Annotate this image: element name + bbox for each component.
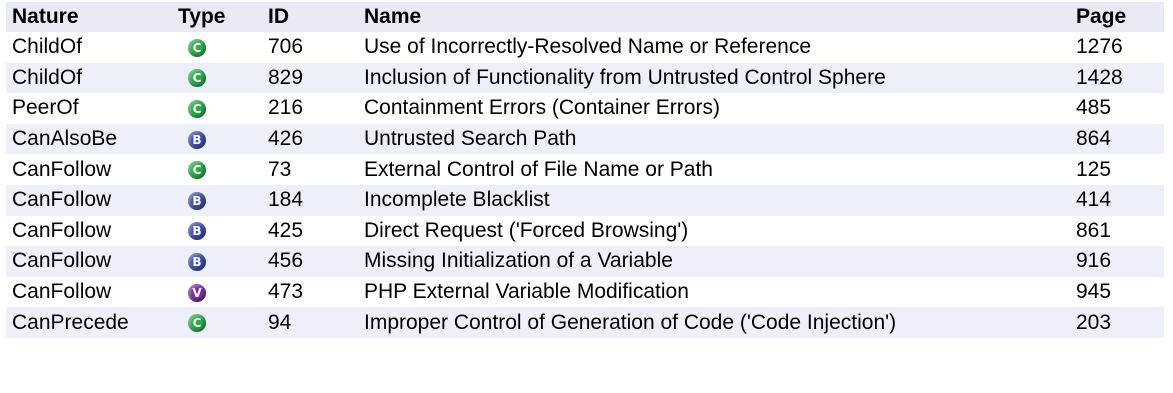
- cell-name: Use of Incorrectly-Resolved Name or Refe…: [358, 32, 1070, 63]
- cell-nature: PeerOf: [6, 93, 172, 124]
- cell-nature: CanFollow: [6, 246, 172, 277]
- cell-page: 125: [1070, 154, 1164, 185]
- cell-name: Untrusted Search Path: [358, 123, 1070, 155]
- cell-name: Missing Initialization of a Variable: [358, 246, 1070, 277]
- cell-id: 706: [262, 32, 358, 63]
- base-icon: B: [188, 252, 206, 271]
- cell-id: 829: [262, 62, 358, 94]
- class-icon: C: [188, 161, 206, 180]
- cell-name: Incomplete Blacklist: [358, 184, 1070, 216]
- relationships-table: Nature Type ID Name Page ChildOf C 706 Use …: [6, 2, 1164, 338]
- header-name: Name: [358, 2, 1070, 32]
- base-icon: B: [188, 222, 206, 241]
- cell-type: B: [172, 215, 262, 247]
- base-icon: B: [188, 191, 206, 210]
- cell-type: V: [172, 276, 262, 308]
- table-row: PeerOf C 216 Containment Errors (Container …: [6, 93, 1164, 124]
- table-row: ChildOf C 706 Use of Incorrectly-Resolved N…: [6, 32, 1164, 63]
- header-page: Page: [1070, 2, 1164, 32]
- cell-name: External Control of File Name or Path: [358, 154, 1070, 185]
- header-row: Nature Type ID Name Page: [6, 2, 1164, 32]
- cell-type: C: [172, 154, 262, 185]
- cell-name: Containment Errors (Container Errors): [358, 93, 1070, 124]
- class-icon: C: [188, 69, 206, 88]
- cell-nature: CanFollow: [6, 276, 172, 308]
- table-row: CanAlsoBe B 426 Untrusted Search Path 864: [6, 123, 1164, 155]
- cell-page: 916: [1070, 246, 1164, 277]
- cell-page: 864: [1070, 123, 1164, 155]
- cell-type: C: [172, 32, 262, 63]
- cell-type: C: [172, 93, 262, 124]
- cell-nature: CanFollow: [6, 184, 172, 216]
- cell-nature: CanFollow: [6, 215, 172, 247]
- cell-id: 426: [262, 123, 358, 155]
- class-icon: C: [188, 99, 206, 118]
- cell-nature: ChildOf: [6, 62, 172, 94]
- cell-id: 473: [262, 276, 358, 308]
- cell-page: 485: [1070, 93, 1164, 124]
- table-row: CanFollow V 473 PHP External Variable Modif…: [6, 276, 1164, 308]
- table-row: CanFollow B 456 Missing Initialization of a…: [6, 246, 1164, 277]
- table-row: CanFollow B 425 Direct Request ('Forced Bro…: [6, 215, 1164, 247]
- header-nature: Nature: [6, 2, 172, 32]
- base-icon: B: [188, 130, 206, 149]
- cell-page: 203: [1070, 307, 1164, 338]
- cell-name: Direct Request ('Forced Browsing'): [358, 215, 1070, 247]
- cell-nature: CanPrecede: [6, 307, 172, 338]
- table-row: ChildOf C 829 Inclusion of Functionality fr…: [6, 62, 1164, 94]
- header-type: Type: [172, 2, 262, 32]
- cell-id: 184: [262, 184, 358, 216]
- cell-type: C: [172, 307, 262, 338]
- cell-id: 73: [262, 154, 358, 185]
- cell-page: 1276: [1070, 32, 1164, 63]
- cell-page: 945: [1070, 276, 1164, 308]
- cell-id: 94: [262, 307, 358, 338]
- cell-name: Improper Control of Generation of Code (…: [358, 307, 1070, 338]
- cell-name: Inclusion of Functionality from Untruste…: [358, 62, 1070, 94]
- table-row: CanPrecede C 94 Improper Control of Generat…: [6, 307, 1164, 338]
- cell-page: 1428: [1070, 62, 1164, 94]
- cell-nature: ChildOf: [6, 32, 172, 63]
- cell-type: B: [172, 184, 262, 216]
- variant-icon: V: [188, 283, 206, 302]
- cell-id: 456: [262, 246, 358, 277]
- table-row: CanFollow B 184 Incomplete Blacklist 414: [6, 184, 1164, 216]
- table-row: CanFollow C 73 External Control of File Nam…: [6, 154, 1164, 185]
- cell-id: 216: [262, 93, 358, 124]
- cell-type: B: [172, 246, 262, 277]
- cell-page: 414: [1070, 184, 1164, 216]
- cell-nature: CanFollow: [6, 154, 172, 185]
- cell-type: B: [172, 123, 262, 155]
- class-icon: C: [188, 38, 206, 57]
- cell-nature: CanAlsoBe: [6, 123, 172, 155]
- header-id: ID: [262, 2, 358, 32]
- cell-page: 861: [1070, 215, 1164, 247]
- cell-id: 425: [262, 215, 358, 247]
- class-icon: C: [188, 314, 206, 333]
- cell-type: C: [172, 62, 262, 94]
- cell-name: PHP External Variable Modification: [358, 276, 1070, 308]
